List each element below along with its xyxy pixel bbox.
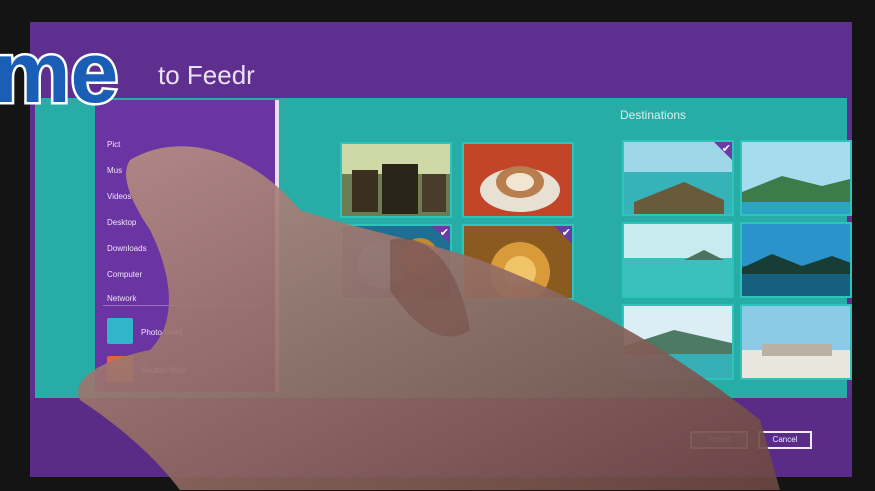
destinations-label: Destinations: [620, 108, 687, 122]
sidebar-item-pictures[interactable]: Pict: [107, 140, 120, 149]
location-sidebar: Pict Mus Videos Desktop Downloads Comput…: [95, 100, 279, 392]
destination-photo-3[interactable]: [622, 222, 734, 298]
sidebar-item-downloads[interactable]: Downloads: [107, 244, 147, 253]
photo-feed-app-label[interactable]: Photo Feed: [141, 328, 182, 337]
logo-watermark: me: [0, 23, 121, 123]
selected-check-icon: ✔: [714, 142, 732, 160]
import-button[interactable]: Import: [690, 431, 748, 449]
sidebar-item-music[interactable]: Mus: [107, 166, 122, 175]
destination-photo-5[interactable]: [622, 304, 734, 380]
sidebar-item-videos[interactable]: Videos: [107, 192, 131, 201]
shutter-web-app-icon[interactable]: [107, 356, 133, 382]
destination-photo-6[interactable]: [740, 304, 852, 380]
cancel-button[interactable]: Cancel: [758, 431, 812, 449]
destination-photo-4[interactable]: [740, 222, 852, 298]
shutter-web-app-label[interactable]: Shutter Web: [141, 366, 185, 375]
logo-text: me: [0, 25, 118, 121]
sidebar-divider: [103, 305, 263, 306]
source-photo-3[interactable]: ✔: [340, 224, 452, 300]
source-photo-1[interactable]: [340, 142, 452, 218]
selected-check-icon: ✔: [554, 226, 572, 244]
selected-check-icon: ✔: [432, 226, 450, 244]
action-bar: Import Cancel: [30, 398, 852, 477]
sidebar-item-desktop[interactable]: Desktop: [107, 218, 136, 227]
sidebar-item-network[interactable]: Network: [107, 294, 136, 303]
destination-photo-2[interactable]: [740, 140, 852, 216]
source-photo-4[interactable]: ✔: [462, 224, 574, 300]
photo-feed-app-icon[interactable]: [107, 318, 133, 344]
destination-photo-1[interactable]: ✔: [622, 140, 734, 216]
sidebar-item-computer[interactable]: Computer: [107, 270, 142, 279]
source-photo-2[interactable]: [462, 142, 574, 218]
